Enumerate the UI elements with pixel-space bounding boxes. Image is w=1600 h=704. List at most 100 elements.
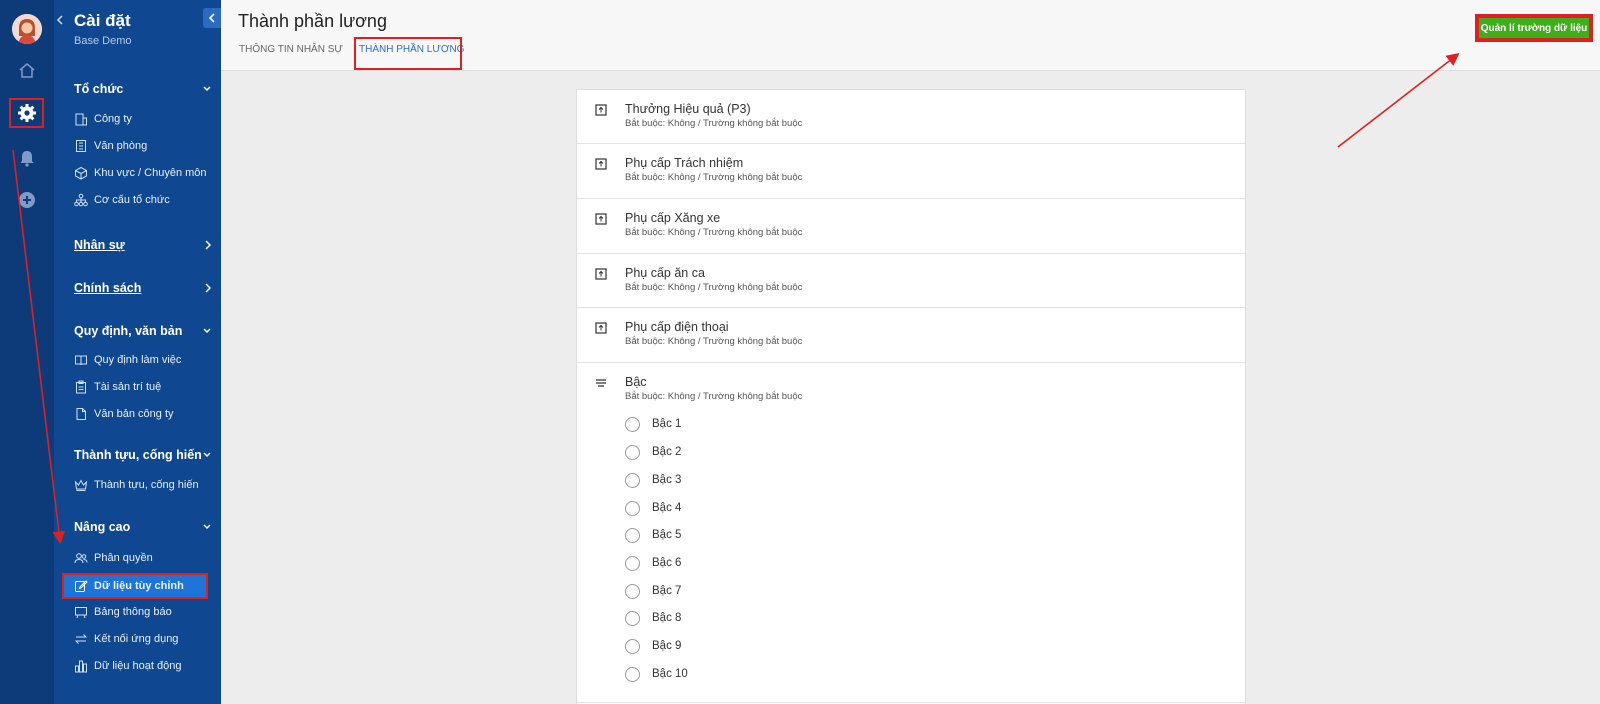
field-list-card: Thưởng Hiệu quả (P3) Bắt buộc: Không / T… xyxy=(576,89,1246,704)
section-chinh-sach[interactable]: Chính sách xyxy=(74,281,212,295)
tab-thong-tin-nhan-su[interactable]: THÔNG TIN NHÂN SỰ xyxy=(239,44,343,55)
field-row[interactable]: Phụ cấp Xăng xe Bắt buộc: Không / Trường… xyxy=(577,199,1245,254)
radio-button[interactable] xyxy=(625,500,640,516)
section-nang-cao[interactable]: Nâng cao xyxy=(74,520,212,534)
section-label: Thành tựu, cống hiến xyxy=(74,448,202,462)
field-requirement: Bắt buộc: Không / Trường không bắt buộc xyxy=(625,118,803,129)
radio-button[interactable] xyxy=(625,416,640,432)
section-to-chuc[interactable]: Tổ chức xyxy=(74,82,212,96)
radio-option[interactable]: Bậc 5 xyxy=(625,526,681,544)
radio-option[interactable]: Bậc 2 xyxy=(625,443,681,461)
field-row[interactable]: Phụ cấp ăn ca Bắt buộc: Không / Trường k… xyxy=(577,254,1245,308)
field-requirement: Bắt buộc: Không / Trường không bắt buộc xyxy=(625,227,803,238)
radio-button[interactable] xyxy=(625,444,640,460)
sidebar-item-cong-ty[interactable]: Công ty xyxy=(74,108,212,130)
field-row[interactable]: Thưởng Hiệu quả (P3) Bắt buộc: Không / T… xyxy=(577,90,1245,144)
field-row[interactable]: Phụ cấp điện thoại Bắt buộc: Không / Trư… xyxy=(577,308,1245,363)
crown-icon xyxy=(74,479,88,491)
chevron-left-icon xyxy=(208,13,215,23)
field-name: Phụ cấp điện thoại xyxy=(625,320,729,334)
sidebar-item-thanh-tuu[interactable]: Thành tựu, cống hiến xyxy=(74,474,212,496)
section-nhan-su[interactable]: Nhân sự xyxy=(74,238,212,252)
sidebar-item-van-phong[interactable]: Văn phòng xyxy=(74,135,212,157)
section-label: Tổ chức xyxy=(74,82,124,96)
sidebar-item-bang-thong-bao[interactable]: Bảng thông báo xyxy=(74,601,212,623)
sidebar-item-ket-noi[interactable]: Kết nối ứng dụng xyxy=(74,628,212,650)
section-label: Quy định, văn bản xyxy=(74,324,183,338)
radio-option[interactable]: Bậc 1 xyxy=(625,415,681,433)
option-label: Bậc 9 xyxy=(652,640,682,652)
sidebar-item-tai-san[interactable]: Tài sản trí tuệ xyxy=(74,376,212,398)
back-button[interactable] xyxy=(56,14,64,29)
cube-icon xyxy=(75,166,87,180)
building-icon xyxy=(75,113,87,126)
radio-option[interactable]: Bậc 6 xyxy=(625,554,681,572)
field-row[interactable]: Phụ cấp Trách nhiệm Bắt buộc: Không / Tr… xyxy=(577,144,1245,199)
document-icon xyxy=(76,408,86,420)
radio-button[interactable] xyxy=(625,638,640,654)
users-icon xyxy=(74,553,88,564)
field-row[interactable]: Bậc Bắt buộc: Không / Trường không bắt b… xyxy=(577,363,1245,703)
sidebar-item-van-ban[interactable]: Văn bản công ty xyxy=(74,403,212,425)
radio-button[interactable] xyxy=(625,583,640,599)
sidebar-item-label: Thành tựu, cống hiến xyxy=(94,479,199,491)
radio-option[interactable]: Bậc 8 xyxy=(625,609,681,627)
sidebar-item-quy-dinh-lam-viec[interactable]: Quy định làm việc xyxy=(74,349,212,371)
sidebar-item-co-cau[interactable]: Cơ cấu tổ chức xyxy=(74,189,212,211)
section-label: Nâng cao xyxy=(74,520,131,534)
sidebar-item-label: Dữ liệu tùy chỉnh xyxy=(94,580,184,592)
icon-rail xyxy=(0,0,54,704)
bell-icon[interactable] xyxy=(16,147,38,169)
radio-option[interactable]: Bậc 3 xyxy=(625,471,681,489)
option-label: Bậc 3 xyxy=(652,474,682,486)
sidebar-item-du-lieu-hoat-dong[interactable]: Dữ liệu hoạt động xyxy=(74,655,212,677)
chevron-down-icon xyxy=(203,452,211,458)
option-label: Bậc 6 xyxy=(652,557,682,569)
radio-option[interactable]: Bậc 9 xyxy=(625,637,681,655)
radio-option[interactable]: Bậc 4 xyxy=(625,499,681,517)
section-label: Chính sách xyxy=(74,281,142,295)
clipboard-icon xyxy=(76,380,86,394)
radio-option[interactable]: Bậc 7 xyxy=(625,582,681,600)
field-requirement: Bắt buộc: Không / Trường không bắt buộc xyxy=(625,336,803,347)
edit-icon xyxy=(75,580,88,592)
section-quy-dinh[interactable]: Quy định, văn bản xyxy=(74,324,212,338)
radio-button[interactable] xyxy=(625,555,640,571)
collapse-sidebar-button[interactable] xyxy=(203,8,221,28)
settings-sidebar: Cài đặt Base Demo Tổ chức Công ty Văn ph… xyxy=(54,0,221,704)
field-name: Bậc xyxy=(625,375,647,389)
sidebar-item-label: Khu vực / Chuyên môn xyxy=(94,167,207,179)
number-field-icon xyxy=(595,213,607,225)
sidebar-item-du-lieu-tuy-chinh[interactable]: Dữ liệu tùy chỉnh xyxy=(62,573,208,599)
sidebar-item-khu-vuc[interactable]: Khu vực / Chuyên môn xyxy=(74,162,212,184)
chevron-right-icon xyxy=(205,283,212,293)
radio-button[interactable] xyxy=(625,666,640,682)
radio-button[interactable] xyxy=(625,472,640,488)
manage-data-fields-button[interactable]: Quản lí trường dữ liệu xyxy=(1475,14,1593,42)
avatar[interactable] xyxy=(12,14,42,44)
board-icon xyxy=(75,607,87,619)
plus-circle-icon[interactable] xyxy=(16,189,38,211)
number-field-icon xyxy=(595,322,607,334)
page-title: Thành phần lương xyxy=(238,11,387,31)
sidebar-item-label: Kết nối ứng dụng xyxy=(94,633,179,645)
section-thanh-tuu[interactable]: Thành tựu, cống hiến xyxy=(74,448,212,462)
field-name: Phụ cấp Xăng xe xyxy=(625,211,721,225)
home-icon[interactable] xyxy=(16,59,38,81)
chevron-down-icon xyxy=(203,524,211,530)
exchange-icon xyxy=(74,634,88,644)
gear-highlight-box xyxy=(9,98,44,128)
field-name: Thưởng Hiệu quả (P3) xyxy=(625,102,751,116)
chevron-right-icon xyxy=(205,240,212,250)
sidebar-subtitle: Base Demo xyxy=(74,35,132,47)
sidebar-item-phan-quyen[interactable]: Phân quyền xyxy=(74,547,212,569)
radio-button[interactable] xyxy=(625,610,640,626)
radio-button[interactable] xyxy=(625,527,640,543)
sidebar-item-label: Văn bản công ty xyxy=(94,408,174,420)
field-requirement: Bắt buộc: Không / Trường không bắt buộc xyxy=(625,172,803,183)
chevron-left-icon xyxy=(56,15,63,25)
radio-option[interactable]: Bậc 10 xyxy=(625,665,688,683)
chevron-down-icon xyxy=(203,328,211,334)
sidebar-item-label: Tài sản trí tuệ xyxy=(94,381,162,393)
active-tab-highlight xyxy=(354,37,462,70)
